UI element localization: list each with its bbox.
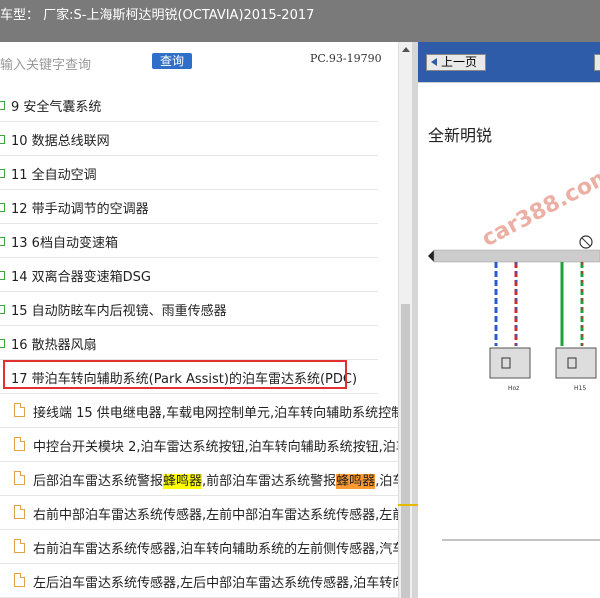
wiring-diagram: Hoz H15 <box>428 235 600 541</box>
folder-icon <box>0 169 5 178</box>
scroll-thumb[interactable] <box>401 304 410 598</box>
tree-item-14[interactable]: 14 双离合器变速箱DSG <box>0 258 378 292</box>
tree-item-label: 14 双离合器变速箱DSG <box>11 270 152 285</box>
search-input[interactable]: 输入关键字查询 <box>0 54 91 73</box>
search-button[interactable]: 查询 <box>152 53 192 69</box>
scroll-up-icon[interactable] <box>402 47 410 52</box>
folder-icon <box>0 135 5 144</box>
tree-item-label: 16 散热器风扇 <box>11 338 97 353</box>
title-trailing: . <box>309 4 314 19</box>
tree-item-11[interactable]: 11 全自动空调 <box>0 156 378 190</box>
document-icon <box>14 505 25 519</box>
list-item-label: 接线端 15 供电继电器,车载电网控制单元,泊车转向辅助系统控制 <box>33 406 398 421</box>
document-icon <box>14 471 25 485</box>
label-part: ,泊车 <box>375 474 398 489</box>
folder-icon <box>0 271 5 280</box>
title-bar: 车型： 厂家:S-上海斯柯达明锐(OCTAVIA)2015-2017 . <box>0 0 600 42</box>
left-pane: 输入关键字查询 查询 PC.93-19790 9 安全气囊系统 10 数据总线联… <box>0 42 398 598</box>
tree-item-15[interactable]: 15 自动防眩车内后视镜、雨重传感器 <box>0 292 378 326</box>
component-label: H15 <box>574 385 586 392</box>
label-part: ,前部泊车雷达系统警报 <box>202 474 337 489</box>
list-item-label: 中控台开关模块 2,泊车雷达系统按钮,泊车转向辅助系统按钮,泊车 <box>33 440 398 455</box>
vertical-scrollbar[interactable] <box>398 42 412 598</box>
tree-item-label: 10 数据总线联网 <box>11 134 110 149</box>
list-item-label: 右前泊车雷达系统传感器,泊车转向辅助系统的左前侧传感器,汽车 <box>33 542 398 557</box>
previous-page-label: 上一页 <box>441 55 478 69</box>
tree-item-label: 9 安全气囊系统 <box>11 100 102 115</box>
document-icon <box>14 539 25 553</box>
list-item-label: 右前中部泊车雷达系统传感器,左前中部泊车雷达系统传感器,左前 <box>33 508 398 523</box>
tree-item-10[interactable]: 10 数据总线联网 <box>0 122 378 156</box>
list-item[interactable]: 右前泊车雷达系统传感器,泊车转向辅助系统的左前侧传感器,汽车 <box>0 530 398 564</box>
search-match-current: 蜂鸣器 <box>336 474 376 489</box>
tree-item-label: 12 带手动调节的空调器 <box>11 202 149 217</box>
list-item-label: 左后泊车雷达系统传感器,左后中部泊车雷达系统传感器,泊车转向 <box>33 576 398 591</box>
folder-icon <box>0 101 5 110</box>
window-title: 车型： 厂家:S-上海斯柯达明锐(OCTAVIA)2015-2017 <box>0 8 315 23</box>
viewer-toolbar: 上一页 <box>418 42 600 82</box>
document-icon <box>14 437 25 451</box>
tree-item-12[interactable]: 12 带手动调节的空调器 <box>0 190 378 224</box>
document-icon <box>14 573 25 587</box>
document-icon <box>14 403 25 417</box>
list-item-label: 后部泊车雷达系统警报蜂鸣器,前部泊车雷达系统警报蜂鸣器,泊车 <box>33 470 398 489</box>
arrow-left-icon <box>431 58 437 66</box>
list-item[interactable]: 右前中部泊车雷达系统传感器,左前中部泊车雷达系统传感器,左前 <box>0 496 398 530</box>
previous-page-button[interactable]: 上一页 <box>426 54 486 71</box>
search-match: 蜂鸣器 <box>163 474 203 489</box>
folder-icon <box>0 237 5 246</box>
document-title: 全新明锐 <box>428 126 493 145</box>
list-item[interactable]: 接线端 15 供电继电器,车载电网控制单元,泊车转向辅助系统控制 <box>0 394 398 428</box>
tree-item-label: 13 6档自动变速箱 <box>11 236 118 251</box>
folder-icon <box>0 339 5 348</box>
folder-icon <box>0 305 5 314</box>
list-item[interactable]: 后部泊车雷达系统警报蜂鸣器,前部泊车雷达系统警报蜂鸣器,泊车 <box>0 462 398 496</box>
label-part: 后部泊车雷达系统警报 <box>33 474 164 489</box>
tree-item-label: 15 自动防眩车内后视镜、雨重传感器 <box>11 304 227 319</box>
document-code: PC.93-19790 <box>310 52 382 65</box>
next-page-button[interactable] <box>594 54 600 71</box>
folder-icon <box>0 203 5 212</box>
splitter-marker <box>398 504 418 506</box>
list-item[interactable]: 中控台开关模块 2,泊车雷达系统按钮,泊车转向辅助系统按钮,泊车 <box>0 428 398 462</box>
tree-item-13[interactable]: 13 6档自动变速箱 <box>0 224 378 258</box>
document-viewer: 上一页 全新明锐 Hoz H15 car388.com <box>418 42 600 598</box>
tree-item-9[interactable]: 9 安全气囊系统 <box>0 88 378 122</box>
list-item[interactable]: 左后泊车雷达系统传感器,左后中部泊车雷达系统传感器,泊车转向 <box>0 564 398 598</box>
search-bar: 输入关键字查询 查询 PC.93-19790 <box>0 42 398 80</box>
tree-item-label: 11 全自动空调 <box>11 168 97 183</box>
selection-highlight <box>3 360 347 389</box>
component-label: Hoz <box>508 385 519 392</box>
toolbar-divider <box>418 82 600 83</box>
tree-item-16[interactable]: 16 散热器风扇 <box>0 326 378 360</box>
